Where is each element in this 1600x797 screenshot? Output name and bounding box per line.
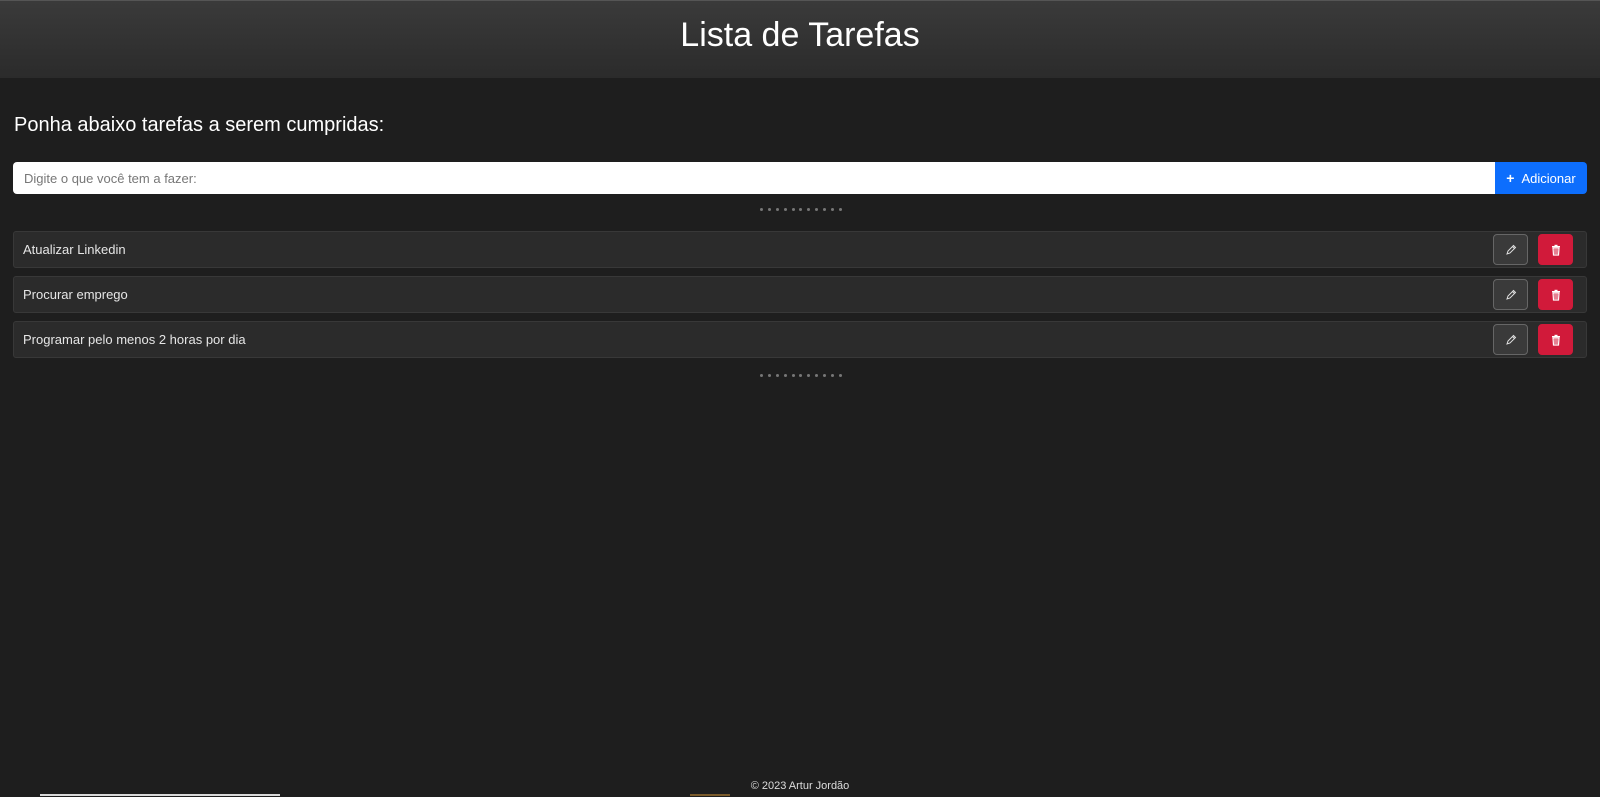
add-task-button[interactable]: + Adicionar xyxy=(1495,162,1587,194)
pencil-icon xyxy=(1505,334,1516,345)
task-item: Procurar emprego xyxy=(13,276,1587,313)
page-title: Lista de Tarefas xyxy=(680,16,920,54)
footer-decoration xyxy=(690,794,730,796)
pencil-icon xyxy=(1505,244,1516,255)
task-text: Procurar emprego xyxy=(23,287,128,302)
footer-decoration xyxy=(40,794,280,796)
task-text: Atualizar Linkedin xyxy=(23,242,126,257)
edit-task-button[interactable] xyxy=(1493,324,1528,355)
bottom-divider xyxy=(760,374,842,380)
task-item: Programar pelo menos 2 horas por dia xyxy=(13,321,1587,358)
delete-task-button[interactable] xyxy=(1538,324,1573,355)
add-button-label: Adicionar xyxy=(1521,170,1576,186)
edit-task-button[interactable] xyxy=(1493,279,1528,310)
trash-icon xyxy=(1551,289,1560,301)
trash-icon xyxy=(1551,244,1560,256)
task-text: Programar pelo menos 2 horas por dia xyxy=(23,332,246,347)
task-item: Atualizar Linkedin xyxy=(13,231,1587,268)
plus-icon: + xyxy=(1506,170,1515,186)
footer-copyright: © 2023 Artur Jordão xyxy=(750,780,850,792)
page: Lista de Tarefas Ponha abaixo tarefas a … xyxy=(0,0,1600,797)
task-list: Atualizar Linkedin Procurar emprego Prog… xyxy=(13,231,1587,366)
trash-icon xyxy=(1551,334,1560,346)
task-prompt: Ponha abaixo tarefas a serem cumpridas: xyxy=(14,114,385,136)
pencil-icon xyxy=(1505,289,1516,300)
delete-task-button[interactable] xyxy=(1538,234,1573,265)
edit-task-button[interactable] xyxy=(1493,234,1528,265)
task-input[interactable] xyxy=(13,162,1495,194)
top-divider xyxy=(760,208,842,214)
app-header: Lista de Tarefas xyxy=(0,0,1600,78)
delete-task-button[interactable] xyxy=(1538,279,1573,310)
add-task-form: + Adicionar xyxy=(13,162,1587,194)
